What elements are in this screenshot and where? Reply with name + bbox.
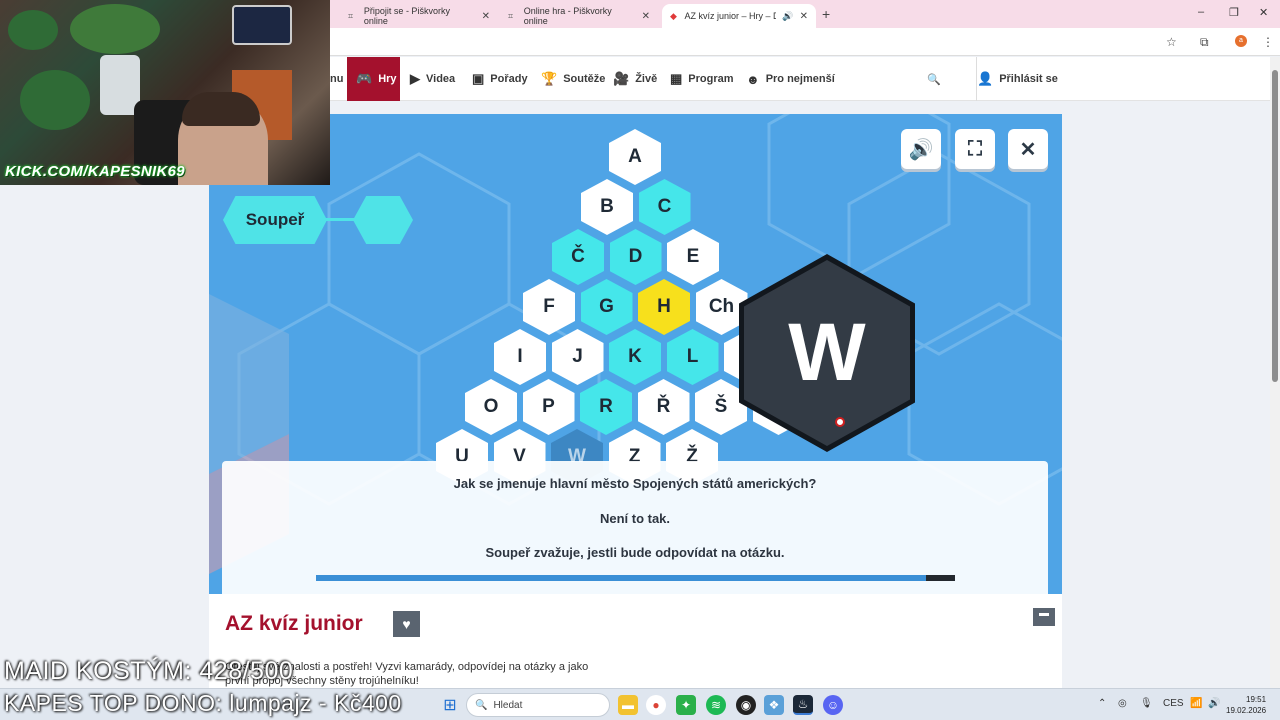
tray-app-icon[interactable]: ◎	[1118, 698, 1127, 709]
nav-label: Program	[688, 73, 734, 85]
login-button[interactable]: 👤 Přihlásit se	[976, 57, 1058, 101]
nav-label: Pořady	[490, 73, 528, 85]
menu-dots-icon[interactable]: ⋮	[1262, 35, 1274, 49]
nav-label: Živě	[635, 73, 658, 85]
comment-icon[interactable]: ▬	[1033, 608, 1055, 626]
page-title: AZ kvíz junior	[225, 612, 363, 635]
start-button-icon[interactable]: ⊞	[440, 695, 460, 715]
profile-avatar[interactable]: a	[1235, 35, 1247, 47]
network-icon[interactable]: 📶	[1190, 698, 1202, 709]
star-icon[interactable]: ☆	[1166, 35, 1177, 49]
search-icon: 🔍	[475, 699, 488, 711]
tray-chevron-icon[interactable]: ⌃	[1098, 698, 1106, 709]
tab-favicon-icon: ⌗	[508, 11, 514, 21]
sound-button[interactable]: 🔊	[901, 129, 941, 169]
nav-item-program[interactable]: ▦ Program	[670, 57, 734, 101]
basketball-hoop	[232, 5, 292, 45]
minimize-button[interactable]: –	[1198, 6, 1204, 18]
new-tab-button[interactable]: +	[822, 6, 830, 22]
heart-icon: ♥	[402, 616, 411, 632]
nav-label: Hry	[378, 73, 397, 85]
user-icon: 👤	[977, 71, 994, 86]
clock-date: 19.02.2026	[1226, 706, 1267, 715]
game-info: AZ kvíz junior ♥ ▬ Otestuj své znalosti …	[209, 594, 1062, 694]
play-icon: ▶	[410, 71, 420, 86]
player-connector	[325, 218, 355, 221]
nav-item-zive[interactable]: 🎥 Živě	[613, 57, 657, 101]
tab-favicon-icon: ◆	[670, 11, 677, 21]
app-icon[interactable]: ❖	[764, 695, 784, 715]
game-area: 🔊 ⛶ ✕ Soupeř ABCČDEFGHChIJKLNOPRŘŠTUVWZŽ…	[209, 114, 1062, 594]
clock-time: 19:51	[1246, 695, 1267, 704]
nav-label: Pro nejmenší	[765, 73, 835, 85]
fullscreen-button[interactable]: ⛶	[955, 129, 995, 169]
volume-icon[interactable]: 🔊	[1208, 698, 1220, 709]
page-scrollbar-thumb[interactable]	[1272, 70, 1278, 382]
tab-close-icon[interactable]: ✕	[800, 11, 808, 22]
tab-label: Připojit se - Piškvorky online	[363, 6, 450, 26]
opponent-label: Soupeř	[223, 196, 327, 244]
search-placeholder: Hledat	[493, 699, 523, 711]
file-explorer-icon[interactable]: ▬	[618, 695, 638, 715]
close-icon: ✕	[1019, 138, 1037, 161]
tab-pripojit[interactable]: ⌗ Připojit se - Piškvorky online ✕	[340, 4, 498, 28]
tab-audio-icon[interactable]: 🔊	[782, 11, 793, 22]
nav-item-porady[interactable]: ▣ Pořady	[472, 57, 528, 101]
trophy-icon: 🏆	[541, 71, 558, 86]
tab-online-hra[interactable]: ⌗ Online hra - Piškvorky online ✕	[500, 4, 658, 28]
close-window-button[interactable]: ✕	[1259, 6, 1268, 19]
webcam-url-text: KICK.COM/KAPESNIK69	[5, 163, 185, 180]
tab-az-kviz[interactable]: ◆ AZ kvíz junior – Hry – Déčk 🔊 ✕	[662, 4, 816, 28]
obs-icon[interactable]: ◉	[736, 695, 756, 715]
speaker-icon: 🔊	[908, 138, 934, 161]
status-text: Soupeř zvažuje, jestli bude odpovídat na…	[485, 545, 785, 560]
question-text: Jak se jmenuje hlavní město Spojených st…	[453, 476, 817, 491]
fullscreen-icon: ⛶	[968, 137, 982, 160]
tab-label: AZ kvíz junior – Hry – Déčk	[684, 11, 777, 21]
search-icon[interactable]: 🔍	[927, 57, 941, 101]
clock[interactable]: 19:51 19.02.2026	[1226, 694, 1266, 716]
tab-label: Online hra - Piškvorky online	[523, 6, 612, 26]
nav-item-videa[interactable]: ▶ Videa	[410, 57, 455, 101]
steam-icon[interactable]: ♨	[793, 695, 813, 715]
restore-button[interactable]: ❐	[1229, 6, 1239, 19]
discord-icon[interactable]: ☺	[823, 695, 843, 715]
tab-close-icon[interactable]: ✕	[482, 11, 490, 22]
language-indicator[interactable]: CES	[1163, 698, 1184, 709]
app-icon[interactable]: ✦	[676, 695, 696, 715]
feedback-text: Není to tak.	[599, 511, 671, 526]
nav-item-hry[interactable]: 🎮 Hry	[347, 57, 400, 101]
microphone-icon[interactable]: 🎙	[1140, 698, 1153, 709]
taskbar-search[interactable]: 🔍 Hledat	[466, 693, 610, 717]
timer-bar-fill	[316, 575, 926, 581]
camera-icon: 🎥	[613, 71, 630, 86]
tab-close-icon[interactable]: ✕	[642, 11, 650, 22]
spotify-icon[interactable]: ≋	[706, 695, 726, 715]
plant-decoration	[20, 70, 90, 130]
nav-item-menu[interactable]: nu	[330, 57, 343, 101]
top-dono-overlay: KAPES TOP DONO: lumpajz - Kč400	[4, 690, 402, 716]
chrome-icon[interactable]: ●	[646, 695, 666, 715]
tab-favicon-icon: ⌗	[348, 11, 354, 21]
grid-icon: ▦	[670, 71, 683, 86]
not-allowed-cursor-icon	[835, 417, 845, 427]
streamer-hair	[182, 92, 260, 126]
tv-icon: ▣	[472, 71, 485, 86]
webcam-overlay: KICK.COM/KAPESNIK69	[0, 0, 330, 185]
close-game-button[interactable]: ✕	[1008, 129, 1048, 169]
nav-item-pro-nejmensi[interactable]: ☻ Pro nejmenší	[746, 57, 835, 101]
nav-label: Soutěže	[563, 73, 606, 85]
baby-icon: ☻	[746, 71, 760, 87]
plant-decoration	[8, 10, 58, 50]
login-label: Přihlásit se	[999, 73, 1058, 85]
nav-item-souteze[interactable]: 🏆 Soutěže	[541, 57, 605, 101]
gamepad-icon: 🎮	[356, 71, 373, 86]
favorite-button[interactable]: ♥	[393, 611, 420, 637]
goal-overlay: MAID KOSTÝM: 428/500	[4, 657, 294, 685]
nav-label: Videa	[426, 73, 456, 85]
plant-decoration	[70, 4, 160, 54]
extensions-icon[interactable]: ⧉	[1200, 35, 1209, 50]
